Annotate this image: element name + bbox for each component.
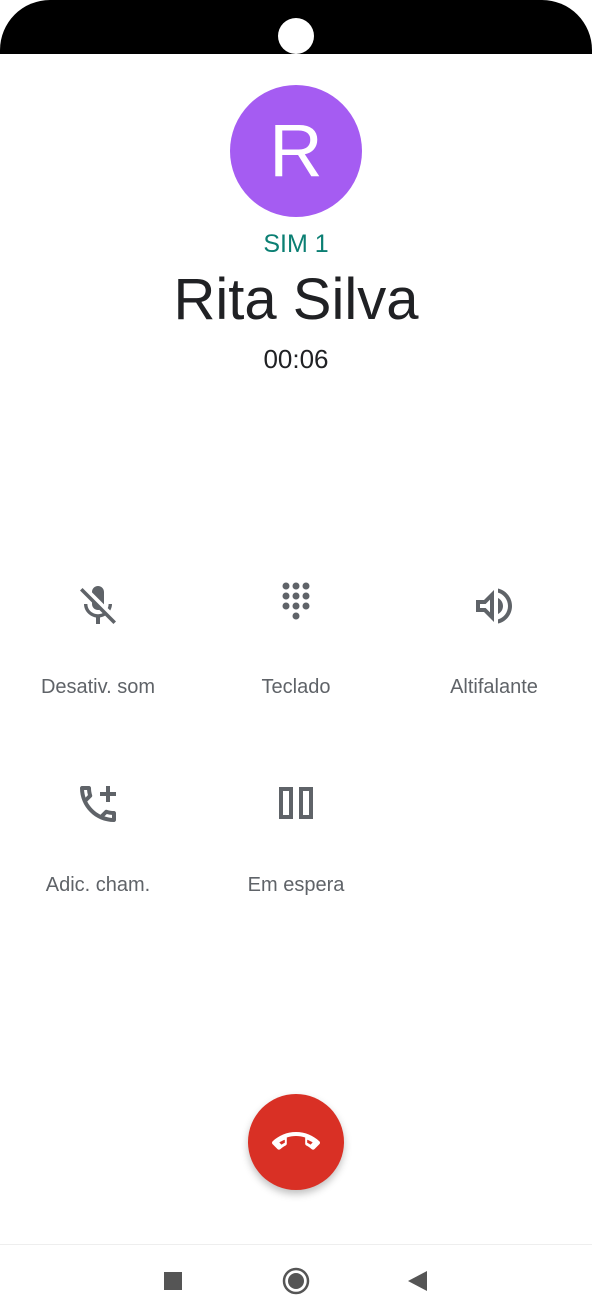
sim-label: SIM 1 <box>263 230 329 258</box>
contact-name: Rita Silva <box>173 267 419 332</box>
keypad-button[interactable]: Teclado <box>198 582 394 732</box>
speaker-label: Altifalante <box>450 676 538 698</box>
end-call-button[interactable] <box>248 1094 344 1190</box>
contact-avatar: R <box>230 85 362 217</box>
call-timer: 00:06 <box>263 344 329 374</box>
pause-icon <box>272 780 320 828</box>
add-call-icon <box>74 780 122 828</box>
circle-icon <box>282 1267 310 1295</box>
recents-button[interactable] <box>155 1263 191 1299</box>
camera-cutout <box>278 18 314 54</box>
in-call-screen: R SIM 1 Rita Silva 00:06 Desativ. som Te… <box>0 0 592 1316</box>
hold-button[interactable]: Em espera <box>198 780 394 930</box>
dialpad-icon <box>272 582 320 630</box>
mic-off-icon <box>74 582 122 630</box>
hold-label: Em espera <box>247 874 345 896</box>
add-call-label: Adic. cham. <box>45 874 151 896</box>
keypad-label: Teclado <box>261 676 331 698</box>
back-button[interactable] <box>400 1263 436 1299</box>
triangle-back-icon <box>408 1271 427 1291</box>
add-call-button[interactable]: Adic. cham. <box>0 780 196 930</box>
status-bar <box>0 0 592 54</box>
square-icon <box>164 1272 182 1290</box>
home-button[interactable] <box>278 1263 314 1299</box>
mute-button[interactable]: Desativ. som <box>0 582 196 732</box>
navigation-bar <box>0 1244 592 1316</box>
mute-label: Desativ. som <box>40 676 156 698</box>
speaker-button[interactable]: Altifalante <box>396 582 592 732</box>
speaker-icon <box>470 582 518 630</box>
call-end-icon <box>272 1132 320 1150</box>
